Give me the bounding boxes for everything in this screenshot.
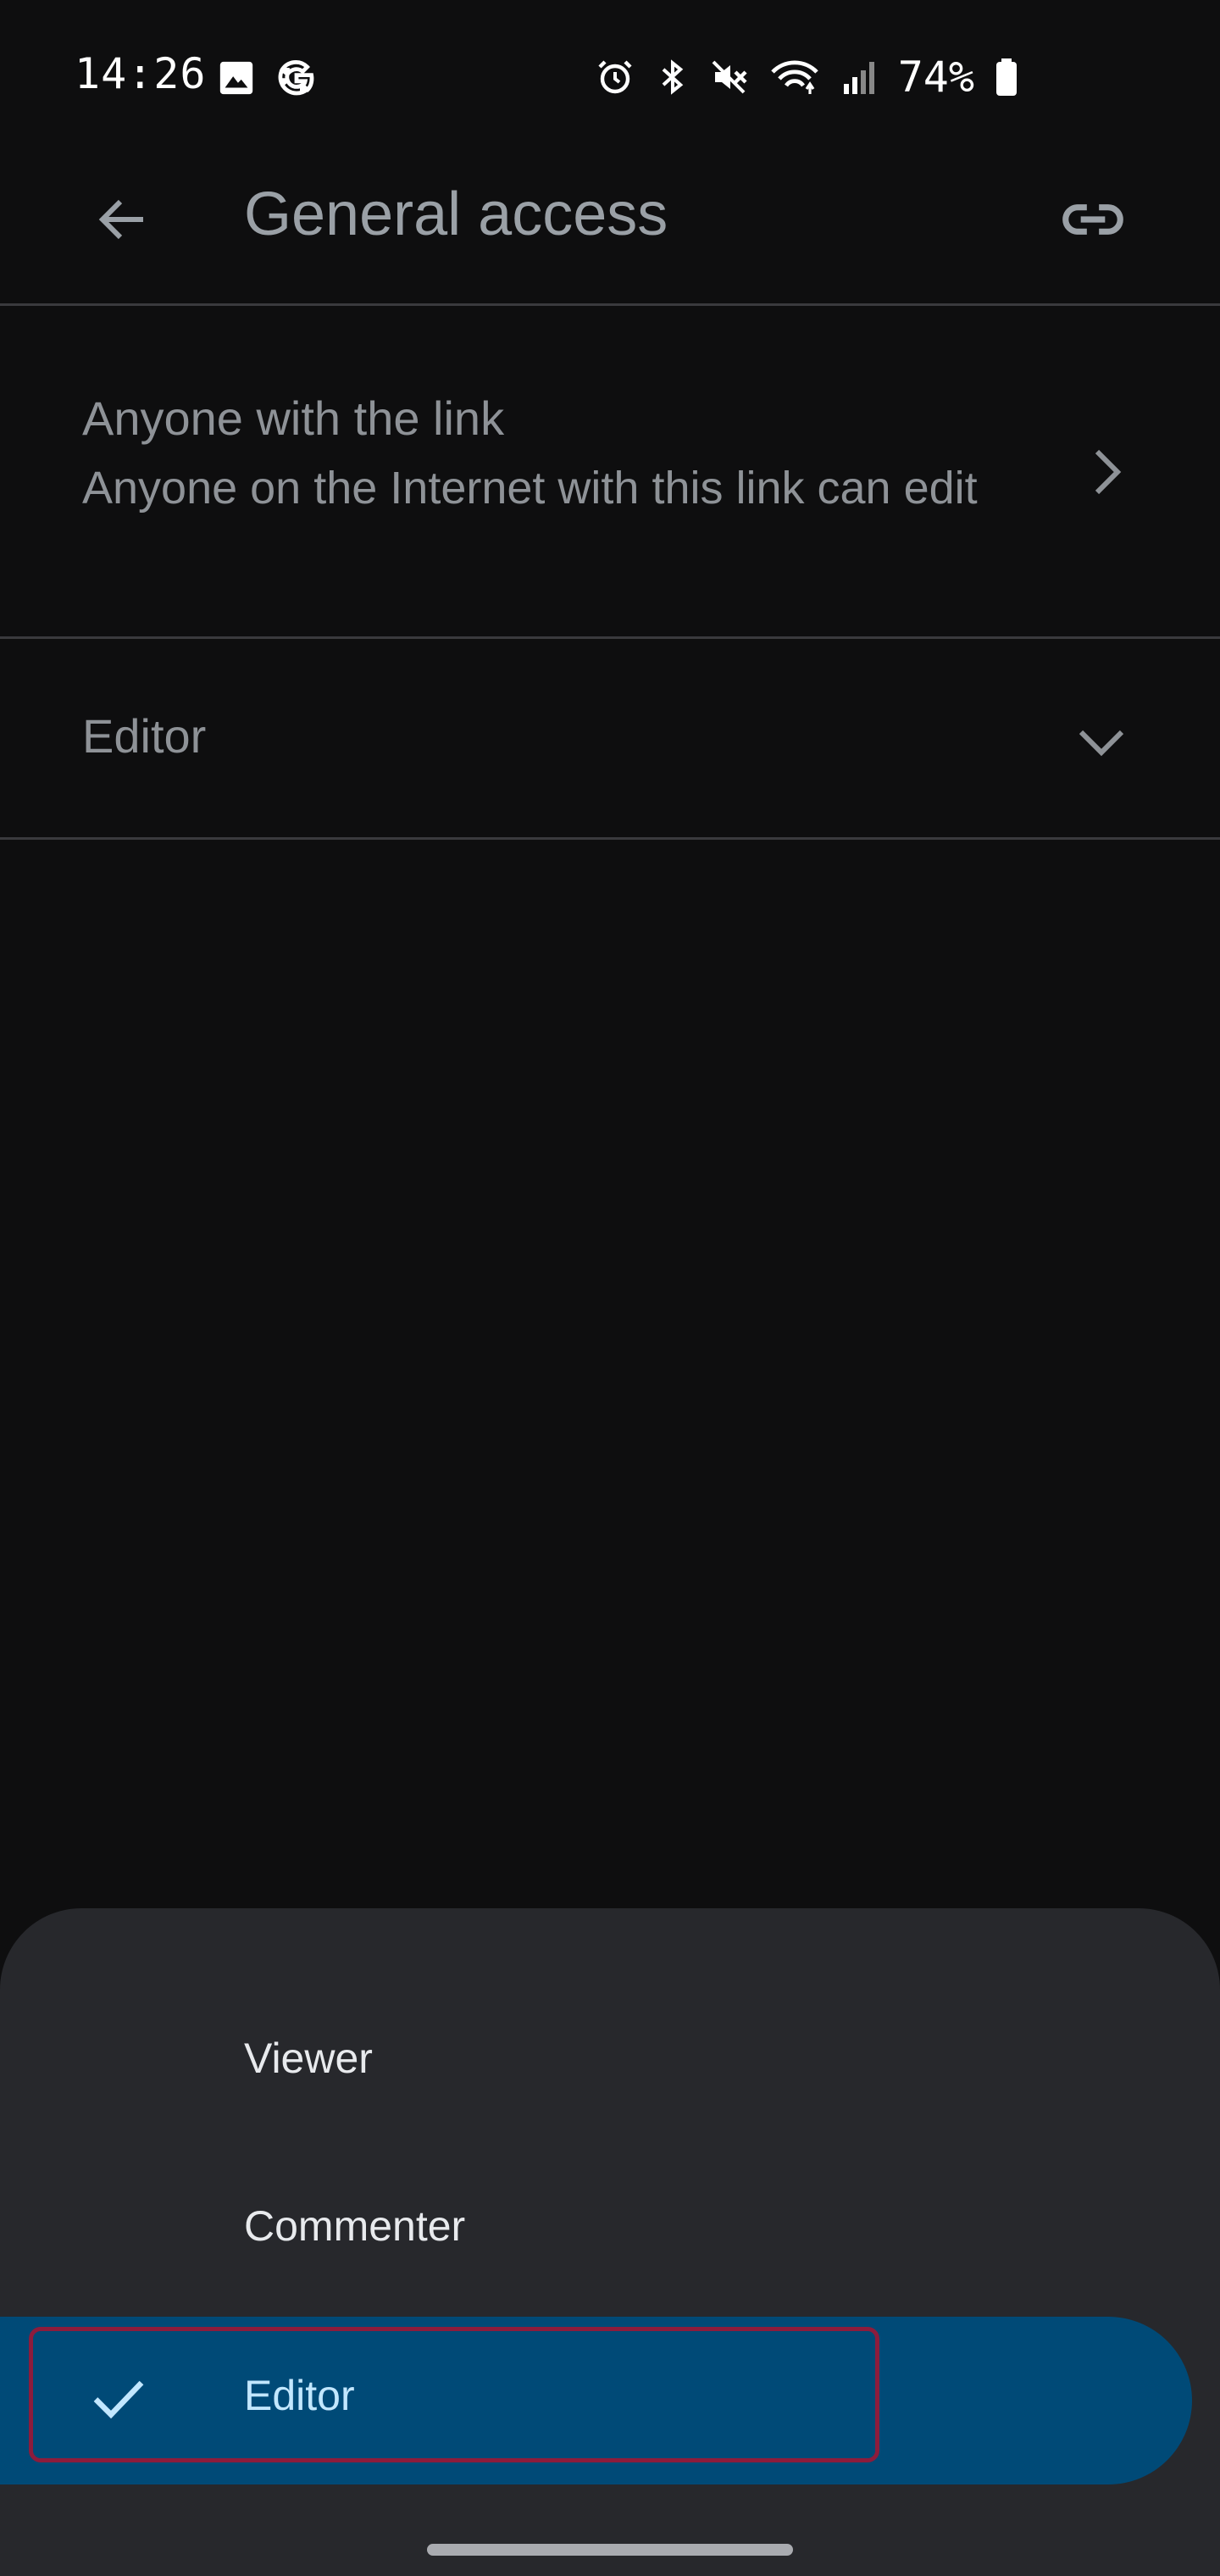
google-icon	[278, 60, 314, 96]
selection-highlight-outline	[29, 2327, 879, 2462]
role-option-editor[interactable]: Editor	[0, 2317, 1192, 2484]
battery-percent: 74%	[897, 53, 974, 102]
status-right-icons: 74%	[595, 53, 1020, 102]
access-description: Anyone on the Internet with this link ca…	[82, 463, 978, 514]
arrow-back-icon	[98, 199, 143, 240]
status-left-icons	[217, 58, 317, 98]
alarm-icon	[598, 60, 632, 94]
role-option-viewer[interactable]: Viewer	[0, 1979, 1220, 2147]
role-option-label: Viewer	[244, 2035, 373, 2082]
role-dropdown[interactable]: Editor	[0, 639, 1220, 840]
link-icon	[1062, 204, 1123, 235]
page-title: General access	[244, 180, 668, 248]
battery-icon	[996, 58, 1017, 96]
wifi-icon	[770, 60, 818, 94]
role-dropdown-value: Editor	[82, 709, 207, 763]
role-option-commenter[interactable]: Commenter	[0, 2147, 1220, 2315]
gesture-nav-handle[interactable]	[427, 2544, 793, 2556]
role-bottom-sheet: Viewer Commenter Editor	[0, 1908, 1220, 2576]
back-button[interactable]	[85, 181, 161, 258]
status-time: 14:26	[75, 49, 207, 98]
chevron-down-icon	[1079, 730, 1124, 757]
check-icon	[93, 2380, 144, 2419]
mute-icon	[712, 60, 747, 94]
app-bar: General access	[0, 153, 1220, 306]
general-access-row[interactable]: Anyone with the link Anyone on the Inter…	[0, 306, 1220, 639]
status-bar: 14:26 74%	[0, 0, 1220, 153]
copy-link-button[interactable]	[1051, 181, 1135, 258]
signal-icon	[843, 62, 874, 94]
role-option-label: Commenter	[244, 2202, 466, 2250]
screen: 14:26 74% General access Anyone with the…	[0, 0, 1220, 2576]
chevron-right-icon	[1095, 449, 1122, 495]
image-icon	[219, 61, 253, 95]
access-type-label: Anyone with the link	[82, 391, 505, 445]
role-option-label: Editor	[244, 2372, 355, 2419]
bluetooth-icon	[662, 59, 683, 95]
